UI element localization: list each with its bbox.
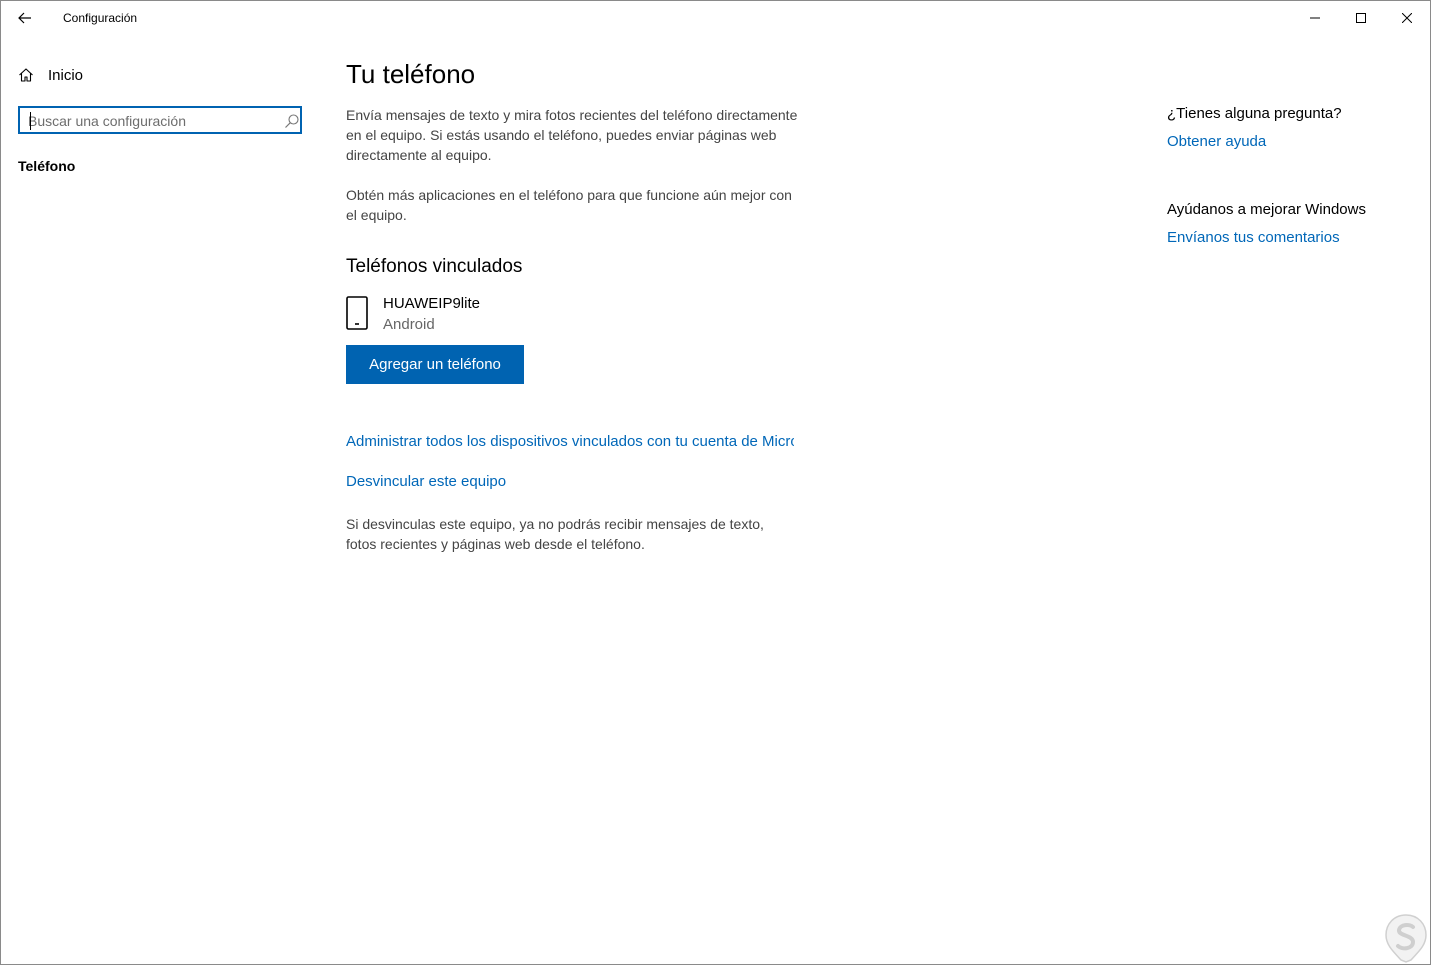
device-os: Android <box>383 316 435 333</box>
question-heading: ¿Tienes alguna pregunta? <box>1167 105 1342 122</box>
apps-description: Obtén más aplicaciones en el teléfono pa… <box>346 187 792 223</box>
search-box[interactable] <box>18 106 302 134</box>
maximize-button[interactable] <box>1338 1 1384 35</box>
add-phone-button[interactable]: Agregar un teléfono <box>346 345 524 384</box>
home-icon <box>19 68 33 82</box>
linked-device: HUAWEIP9lite Android <box>346 294 746 338</box>
back-arrow-icon <box>18 12 31 24</box>
unlink-description: Si desvinculas este equipo, ya no podrás… <box>346 516 764 552</box>
maximize-icon <box>1356 13 1366 23</box>
search-input[interactable] <box>28 111 276 131</box>
search-icon[interactable] <box>284 113 300 129</box>
watermark-logo <box>1385 914 1427 963</box>
nav-section-telefono: Teléfono <box>18 158 76 174</box>
nav-home[interactable]: Inicio <box>18 63 83 87</box>
minimize-button[interactable] <box>1292 1 1338 35</box>
window-title: Configuración <box>63 11 138 25</box>
manage-devices-link[interactable]: Administrar todos los dispositivos vincu… <box>346 433 794 450</box>
intro-description: Envía mensajes de texto y mira fotos rec… <box>346 107 798 163</box>
title-bar: Configuración <box>1 1 1430 35</box>
page-title: Tu teléfono <box>346 59 476 89</box>
improve-windows-heading: Ayúdanos a mejorar Windows <box>1167 201 1366 218</box>
device-name: HUAWEIP9lite <box>383 295 480 312</box>
nav-home-label: Inicio <box>48 66 84 84</box>
text-caret <box>30 112 31 130</box>
get-help-link[interactable]: Obtener ayuda <box>1167 133 1266 150</box>
linked-phones-heading: Teléfonos vinculados <box>346 256 523 277</box>
close-icon <box>1402 13 1412 23</box>
settings-window: Configuración Inicio Te <box>0 0 1431 965</box>
phone-icon <box>346 296 368 330</box>
minimize-icon <box>1310 17 1320 19</box>
close-button[interactable] <box>1384 1 1430 35</box>
unlink-pc-link[interactable]: Desvincular este equipo <box>346 473 506 490</box>
send-feedback-link[interactable]: Envíanos tus comentarios <box>1167 229 1340 246</box>
back-button[interactable] <box>9 3 41 33</box>
